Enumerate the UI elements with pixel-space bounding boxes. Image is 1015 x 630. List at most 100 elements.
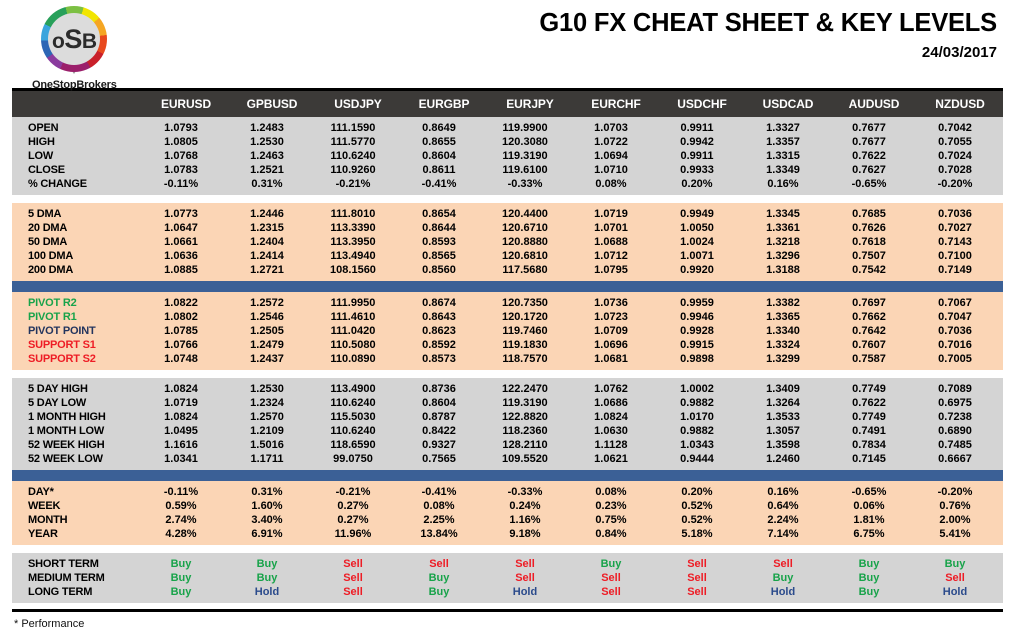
value-cell: 0.7491	[831, 424, 917, 438]
value-cell: 7.14%	[745, 527, 831, 541]
value-cell: 0.8611	[401, 163, 487, 177]
value-cell: 1.5016	[229, 438, 315, 452]
value-cell: 1.2460	[745, 452, 831, 466]
value-cell: 120.7350	[487, 296, 573, 310]
value-cell: 1.3188	[745, 263, 831, 277]
value-cell: 1.2109	[229, 424, 315, 438]
value-cell: 0.27%	[315, 513, 401, 527]
signal-cell: Buy	[143, 571, 229, 585]
column-header-nzdusd: NZDUSD	[917, 91, 1003, 117]
value-cell: -0.11%	[143, 177, 229, 191]
signal-cell: Sell	[659, 585, 745, 599]
value-cell: 0.20%	[659, 485, 745, 499]
value-cell: 1.3345	[745, 207, 831, 221]
row-label: LOW	[12, 149, 143, 163]
value-cell: 0.7749	[831, 382, 917, 396]
value-cell: 0.7047	[917, 310, 1003, 324]
table-row: 52 WEEK HIGH 1.1616 1.5016 118.6590 0.9327 12…	[12, 438, 1003, 452]
row-label: WEEK	[12, 499, 143, 513]
value-cell: 0.31%	[229, 485, 315, 499]
value-cell: 1.0701	[573, 221, 659, 235]
value-cell: 1.0024	[659, 235, 745, 249]
value-cell: 1.0686	[573, 396, 659, 410]
value-cell: 0.24%	[487, 499, 573, 513]
value-cell: 113.3390	[315, 221, 401, 235]
row-label: LONG TERM	[12, 585, 143, 599]
value-cell: 0.9444	[659, 452, 745, 466]
value-cell: 0.84%	[573, 527, 659, 541]
corner-header	[12, 91, 143, 117]
page-title: G10 FX CHEAT SHEET & KEY LEVELS	[539, 9, 997, 37]
value-cell: 0.7027	[917, 221, 1003, 235]
value-cell: 1.2572	[229, 296, 315, 310]
value-cell: -0.20%	[917, 485, 1003, 499]
value-cell: 1.2570	[229, 410, 315, 424]
value-cell: 0.7626	[831, 221, 917, 235]
value-cell: 1.2530	[229, 382, 315, 396]
value-cell: 1.3533	[745, 410, 831, 424]
report-date: 24/03/2017	[921, 43, 997, 61]
value-cell: 1.0050	[659, 221, 745, 235]
row-label: 100 DMA	[12, 249, 143, 263]
value-cell: 1.16%	[487, 513, 573, 527]
value-cell: 0.9882	[659, 396, 745, 410]
value-cell: 1.2721	[229, 263, 315, 277]
value-cell: 119.3190	[487, 149, 573, 163]
value-cell: 1.2324	[229, 396, 315, 410]
value-cell: -0.41%	[401, 485, 487, 499]
value-cell: 1.0722	[573, 135, 659, 149]
value-cell: 1.3382	[745, 296, 831, 310]
value-cell: 1.3598	[745, 438, 831, 452]
value-cell: 1.0762	[573, 382, 659, 396]
table-row: SHORT TERM Buy Buy Sell Sell Sell Buy Sell Sell B…	[12, 557, 1003, 571]
value-cell: 1.2463	[229, 149, 315, 163]
row-label: 5 DAY HIGH	[12, 382, 143, 396]
signal-cell: Sell	[573, 571, 659, 585]
value-cell: 1.0795	[573, 263, 659, 277]
value-cell: 1.2521	[229, 163, 315, 177]
value-cell: 0.7587	[831, 352, 917, 366]
value-cell: 113.4900	[315, 382, 401, 396]
value-cell: 0.7089	[917, 382, 1003, 396]
value-cell: 0.8649	[401, 121, 487, 135]
value-cell: -0.65%	[831, 177, 917, 191]
value-cell: 111.4610	[315, 310, 401, 324]
signal-cell: Sell	[659, 571, 745, 585]
signal-cell: Buy	[401, 585, 487, 599]
value-cell: 0.7677	[831, 121, 917, 135]
table-row: 50 DMA 1.0661 1.2404 113.3950 0.8593 120.8880…	[12, 235, 1003, 249]
value-cell: 0.7627	[831, 163, 917, 177]
value-cell: 1.0824	[143, 382, 229, 396]
block-gap-cell	[12, 370, 1003, 378]
value-cell: 0.9920	[659, 263, 745, 277]
value-cell: -0.11%	[143, 485, 229, 499]
table-row: 100 DMA 1.0636 1.2414 113.4940 0.8565 120.681…	[12, 249, 1003, 263]
value-cell: 0.9959	[659, 296, 745, 310]
brand-logo: oSB OneStopBrokers	[32, 0, 117, 91]
value-cell: -0.65%	[831, 485, 917, 499]
value-cell: 0.16%	[745, 485, 831, 499]
value-cell: 0.7143	[917, 235, 1003, 249]
table-row: 200 DMA 1.0885 1.2721 108.1560 0.8560 117.568…	[12, 263, 1003, 277]
value-cell: 0.7005	[917, 352, 1003, 366]
value-cell: 0.7697	[831, 296, 917, 310]
value-cell: 1.3218	[745, 235, 831, 249]
row-label: CLOSE	[12, 163, 143, 177]
value-cell: 0.9882	[659, 424, 745, 438]
table-row: 5 DAY LOW 1.0719 1.2324 110.6240 0.8604 119.3…	[12, 396, 1003, 410]
value-cell: 0.8787	[401, 410, 487, 424]
value-cell: 122.8820	[487, 410, 573, 424]
value-cell: 0.7016	[917, 338, 1003, 352]
row-label: PIVOT R2	[12, 296, 143, 310]
value-cell: 0.9898	[659, 352, 745, 366]
value-cell: 119.6100	[487, 163, 573, 177]
table-row: SUPPORT S1 1.0766 1.2479 110.5080 0.8592 119.…	[12, 338, 1003, 352]
value-cell: 0.7149	[917, 263, 1003, 277]
value-cell: 0.52%	[659, 499, 745, 513]
row-label: 52 WEEK HIGH	[12, 438, 143, 452]
value-cell: 0.8623	[401, 324, 487, 338]
value-cell: 0.6890	[917, 424, 1003, 438]
value-cell: 0.7145	[831, 452, 917, 466]
signal-cell: Sell	[487, 571, 573, 585]
value-cell: 0.7642	[831, 324, 917, 338]
